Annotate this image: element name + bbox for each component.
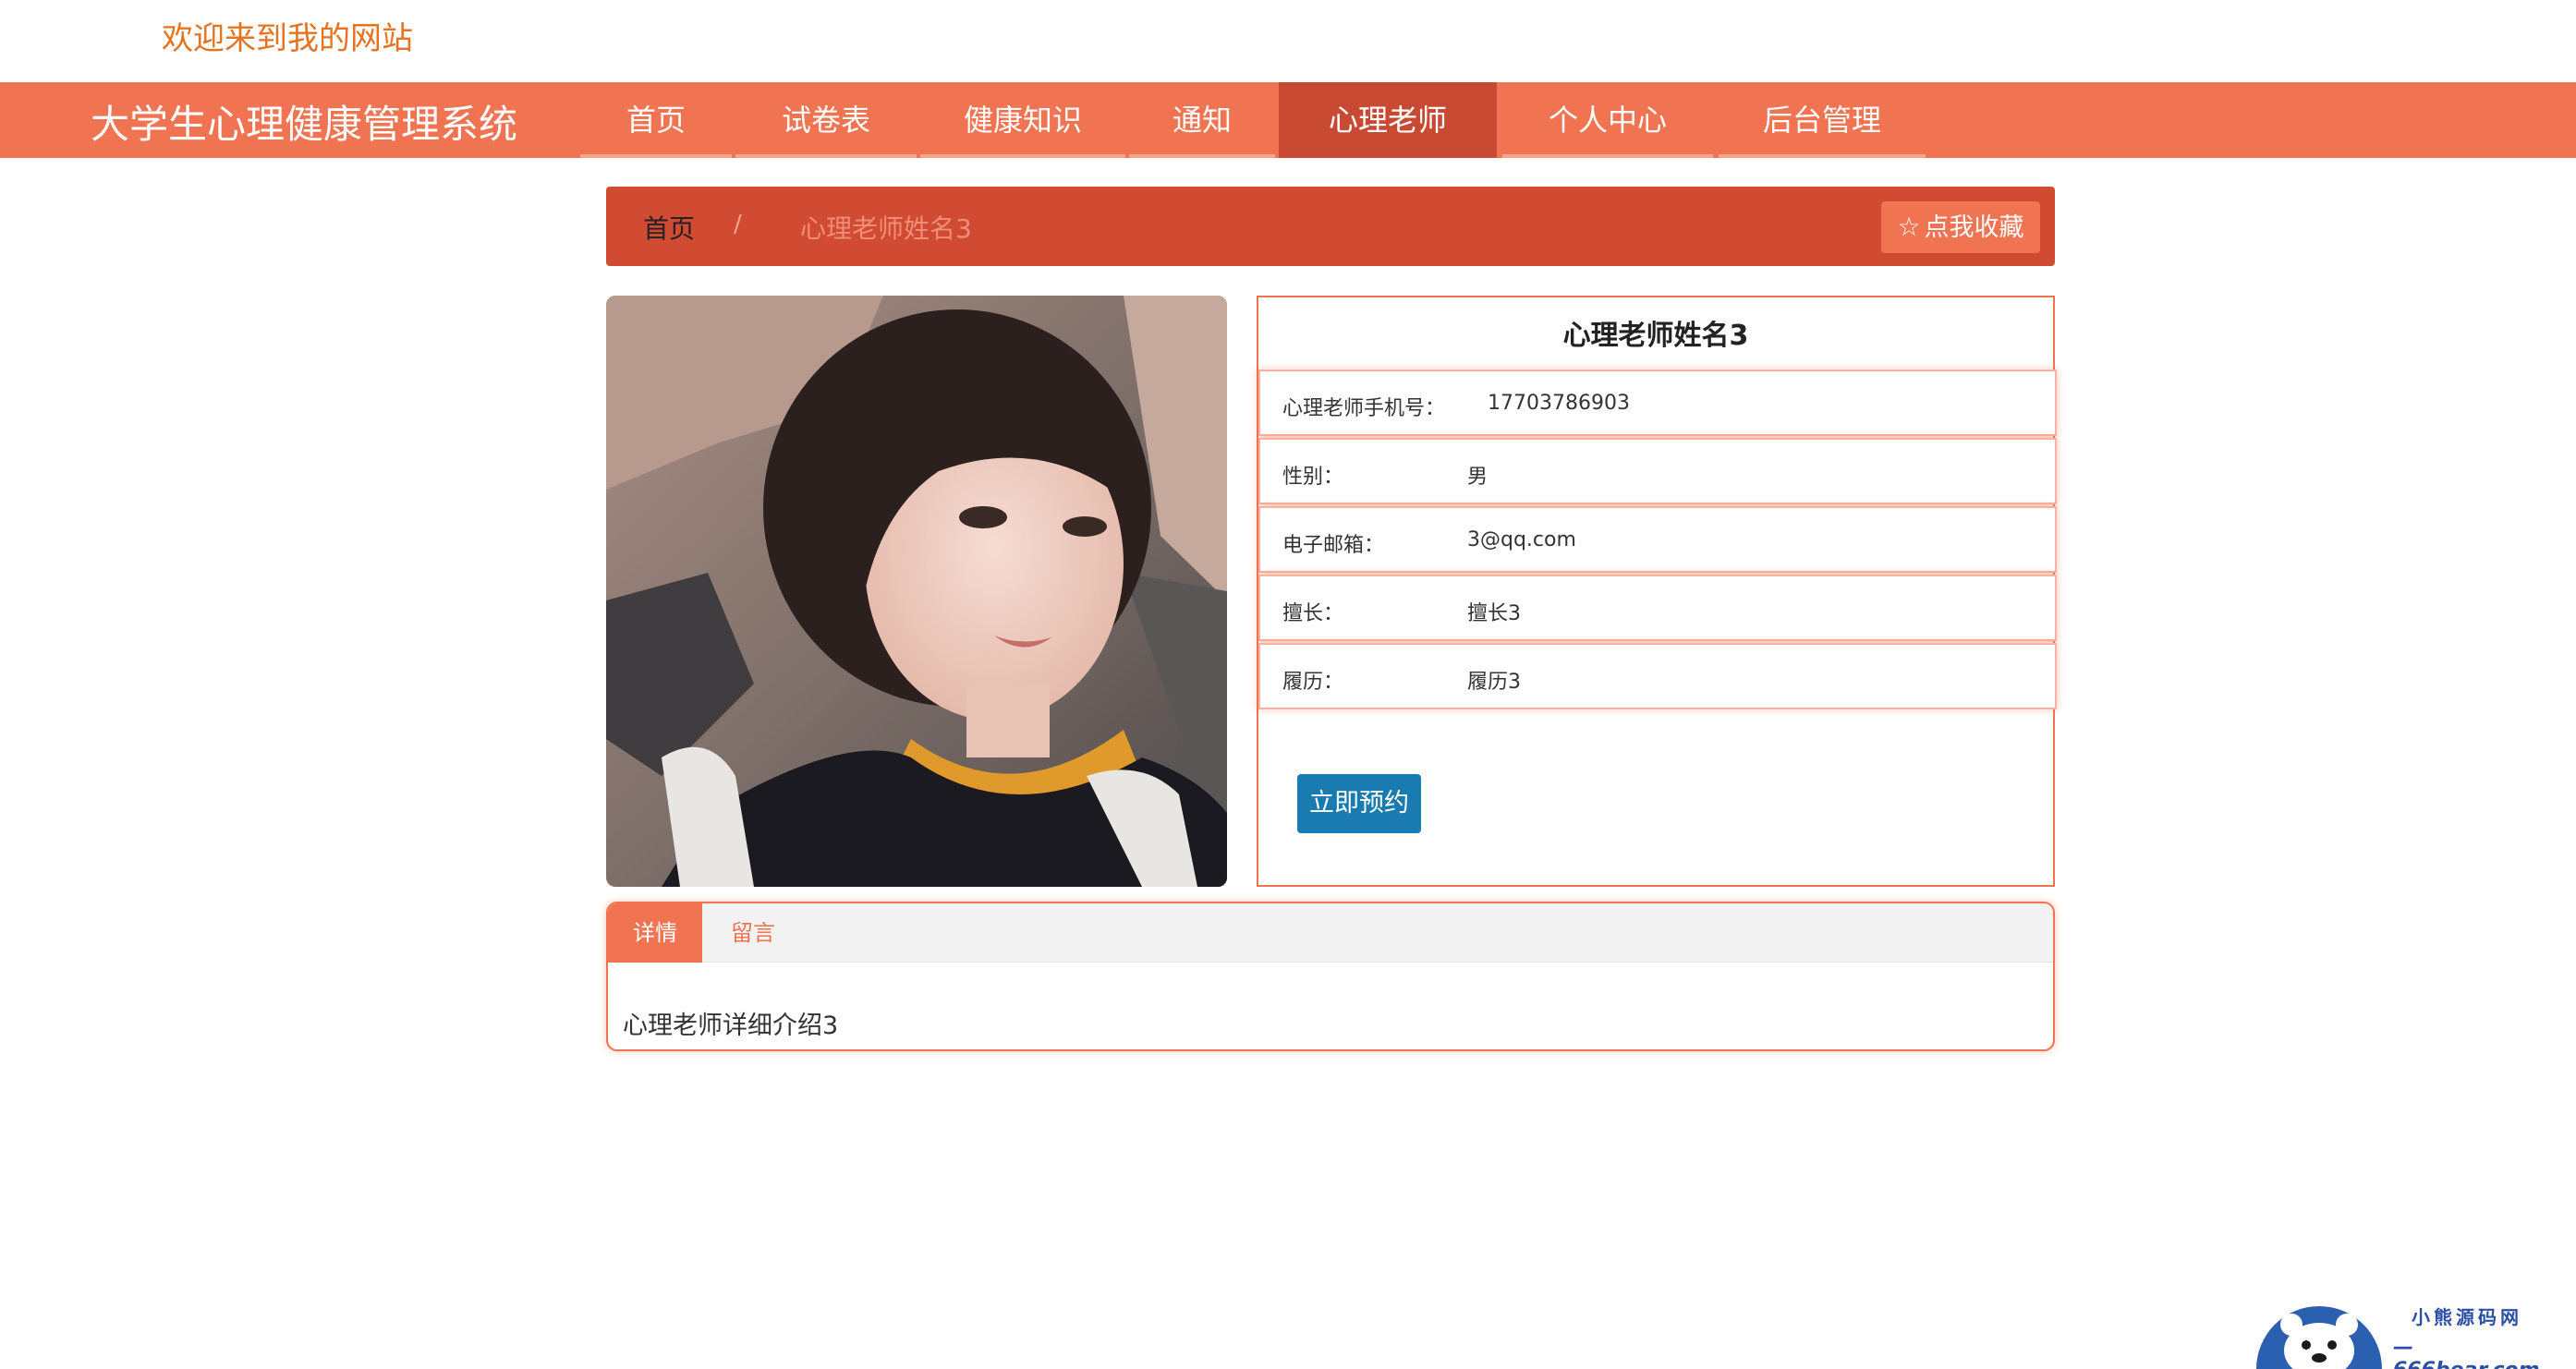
tab-details[interactable]: 详情 — [608, 903, 702, 963]
favorite-label: 点我收藏 — [1924, 213, 2024, 242]
favorite-button[interactable]: ☆ 点我收藏 — [1881, 201, 2040, 253]
welcome-text: 欢迎来到我的网站 — [162, 20, 413, 57]
nav-item-notice[interactable]: 通知 — [1129, 82, 1275, 158]
star-outline-icon: ☆ — [1897, 212, 1921, 242]
nav-item-admin[interactable]: 后台管理 — [1719, 82, 1926, 158]
breadcrumb-current: 心理老师姓名3 — [800, 213, 972, 244]
tab-content-text: 心理老师详细介绍3 — [623, 1012, 839, 1040]
info-value-gender: 男 — [1467, 466, 1488, 489]
info-label-phone: 心理老师手机号： — [1282, 397, 1446, 420]
info-row-email: 电子邮箱： 3@qq.com — [1258, 506, 2057, 573]
nav-item-teacher[interactable]: 心理老师 — [1279, 82, 1497, 158]
breadcrumb: 首页 / 心理老师姓名3 ☆ 点我收藏 — [606, 187, 2055, 266]
info-row-gender: 性别： 男 — [1258, 438, 2057, 504]
book-now-button[interactable]: 立即预约 — [1297, 774, 1421, 833]
watermark-subtitle: —666bear.com— — [2393, 1336, 2540, 1369]
nav-item-health[interactable]: 健康知识 — [920, 82, 1125, 158]
detail-tabs: 详情 留言 心理老师详细介绍3 — [606, 902, 2055, 1051]
info-value-phone: 17703786903 — [1488, 392, 1630, 415]
teacher-photo — [606, 296, 1227, 887]
tab-messages[interactable]: 留言 — [702, 903, 804, 963]
site-brand[interactable]: 大学生心理健康管理系统 — [91, 93, 517, 150]
info-label-gender: 性别： — [1282, 466, 1344, 489]
info-label-specialty: 擅长： — [1282, 602, 1344, 625]
tab-bar: 详情 留言 — [608, 903, 2053, 963]
info-row-resume: 履历： 履历3 — [1258, 643, 2057, 709]
info-value-email: 3@qq.com — [1467, 528, 1576, 551]
info-value-resume: 履历3 — [1467, 671, 1521, 694]
breadcrumb-separator: / — [734, 211, 742, 238]
teacher-name-title: 心理老师姓名3 — [1562, 320, 1749, 352]
info-row-specialty: 擅长： 擅长3 — [1258, 575, 2057, 641]
nav-item-exam[interactable]: 试卷表 — [735, 82, 917, 158]
watermark: 小熊源码网 —666bear.com— — [2254, 1286, 2550, 1369]
info-label-email: 电子邮箱： — [1282, 534, 1385, 557]
info-value-specialty: 擅长3 — [1467, 602, 1521, 625]
teacher-info-panel: 心理老师姓名3 心理老师手机号： 17703786903 性别： 男 电子邮箱：… — [1257, 296, 2057, 887]
nav-item-profile[interactable]: 个人中心 — [1502, 82, 1713, 158]
breadcrumb-home[interactable]: 首页 — [643, 209, 695, 246]
info-row-phone: 心理老师手机号： 17703786903 — [1258, 370, 2057, 436]
main-navbar: 大学生心理健康管理系统 首页 试卷表 健康知识 通知 心理老师 个人中心 后台管… — [0, 82, 2576, 158]
nav-item-home[interactable]: 首页 — [580, 82, 732, 158]
bear-logo-icon — [2256, 1306, 2382, 1369]
info-label-resume: 履历： — [1282, 671, 1344, 694]
watermark-title: 小熊源码网 — [2412, 1306, 2522, 1328]
